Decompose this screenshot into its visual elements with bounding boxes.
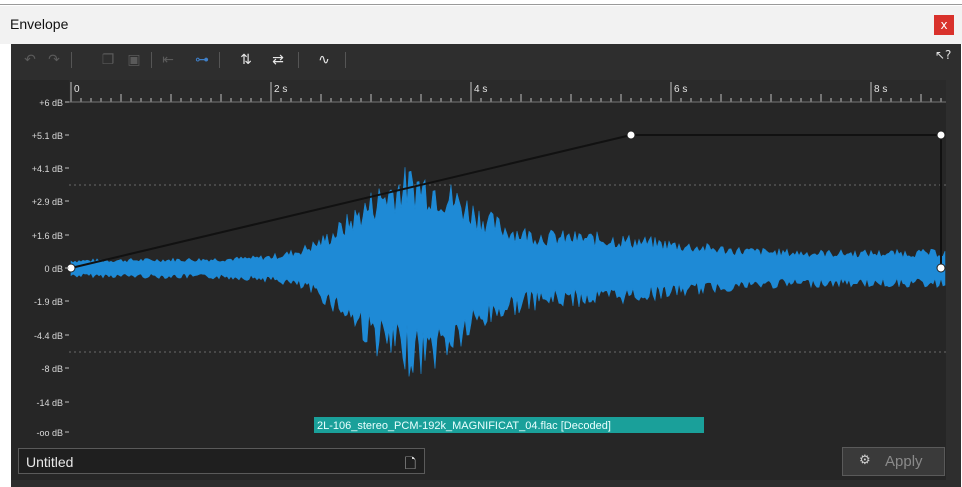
apply-label: Apply [885, 453, 923, 470]
x-label: 0 [74, 84, 80, 95]
jump-start-icon[interactable]: ⇤ [159, 50, 177, 70]
window-title: Envelope [10, 16, 69, 32]
curve-icon[interactable]: ∿ [313, 50, 335, 70]
close-button[interactable]: x [934, 15, 954, 35]
y-label: -8 dB [41, 364, 63, 374]
y-label: +6 dB [39, 98, 63, 108]
y-label: -4.4 dB [34, 331, 63, 341]
toolbar-separator [71, 52, 72, 68]
x-label: 6 s [674, 84, 687, 95]
title-bar: Envelope x [0, 6, 962, 44]
y-label: -oo dB [36, 428, 63, 438]
y-label: +4.1 dB [32, 164, 63, 174]
toolbar-separator [345, 52, 346, 68]
y-label: -14 dB [36, 398, 63, 408]
apply-button[interactable]: ⚙ Apply [842, 447, 945, 476]
envelope-point[interactable] [936, 130, 946, 140]
envelope-panel: ↶ ↷ ❐ ▣ ⇤ ⊶ ⇅ ⇄ ∿ ↖? +6 dB +5.1 dB +4.1 … [11, 44, 961, 487]
x-label: 2 s [274, 84, 287, 95]
envelope-point[interactable] [626, 130, 636, 140]
paste-icon[interactable]: ▣ [125, 50, 143, 70]
copy-icon[interactable]: ❐ [99, 50, 117, 70]
envelope-canvas[interactable]: +6 dB +5.1 dB +4.1 dB +2.9 dB +1.6 dB 0 … [11, 80, 946, 480]
preset-name: Untitled [26, 454, 74, 470]
y-label: -1.9 dB [34, 297, 63, 307]
y-label: 0 dB [44, 264, 63, 274]
x-label: 4 s [474, 84, 487, 95]
y-label: +1.6 dB [32, 231, 63, 241]
undo-icon[interactable]: ↶ [21, 50, 39, 70]
window-top-border [0, 4, 962, 5]
envelope-point[interactable] [936, 263, 946, 273]
gears-icon: ⚙ [859, 453, 871, 468]
y-label: +5.1 dB [32, 131, 63, 141]
toolbar-separator [219, 52, 220, 68]
toolbar-separator [298, 52, 299, 68]
preset-menu-icon[interactable]: 🗋 [405, 453, 416, 477]
x-label: 8 s [874, 84, 887, 95]
file-label: 2L-106_stereo_PCM-192k_MAGNIFICAT_04.fla… [317, 420, 611, 432]
preset-field[interactable]: Untitled 🗋 [18, 448, 425, 474]
toolbar: ↶ ↷ ❐ ▣ ⇤ ⊶ ⇅ ⇄ ∿ ↖? [11, 44, 961, 78]
link-icon[interactable]: ⊶ [191, 50, 213, 70]
swap-icon[interactable]: ⇄ [267, 50, 289, 70]
flip-vertical-icon[interactable]: ⇅ [235, 50, 257, 70]
toolbar-separator [151, 52, 152, 68]
y-label: +2.9 dB [32, 197, 63, 207]
redo-icon[interactable]: ↷ [45, 50, 63, 70]
help-pointer-icon[interactable]: ↖? [935, 48, 951, 62]
bottom-bar: Untitled 🗋 ⚙ Apply [11, 444, 961, 487]
envelope-graph[interactable]: +6 dB +5.1 dB +4.1 dB +2.9 dB +1.6 dB 0 … [11, 80, 946, 480]
